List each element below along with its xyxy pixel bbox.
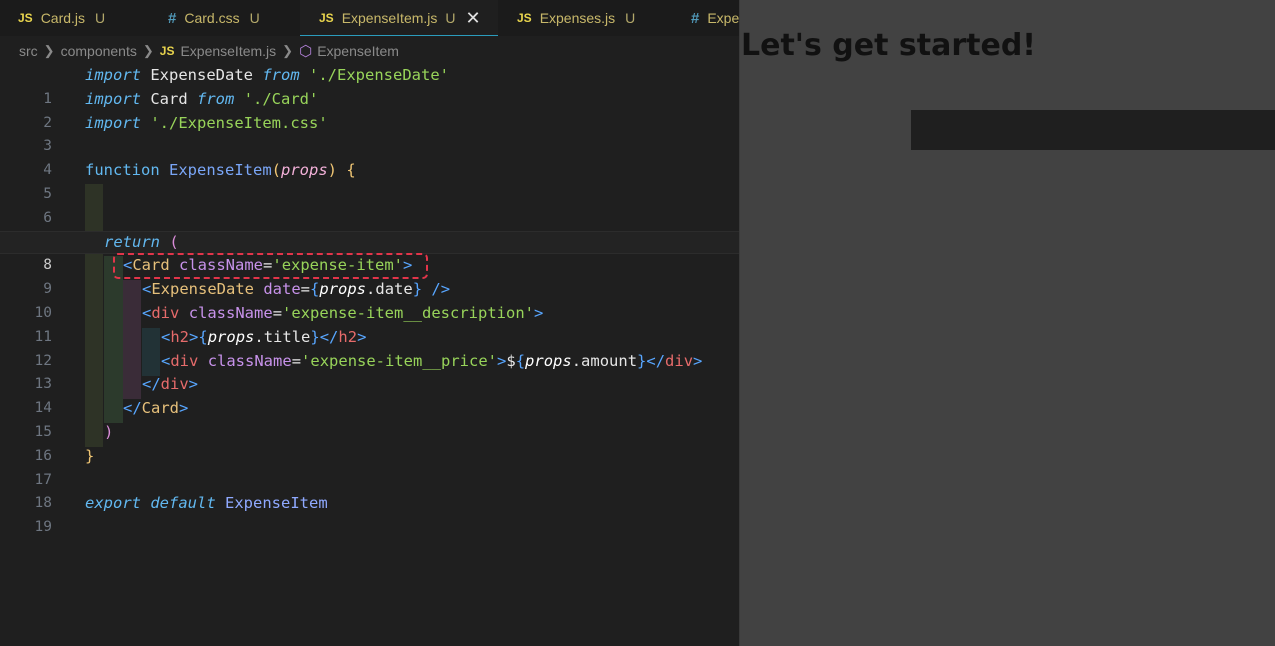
page-title: Let's get started! bbox=[741, 28, 1036, 63]
breadcrumb-src[interactable]: src bbox=[19, 43, 38, 59]
code-line-13: 13 <div className='expense-item__price'>… bbox=[0, 350, 739, 393]
code-line-7: 7 bbox=[0, 207, 739, 250]
symbol-cube-icon: ⬡ bbox=[299, 43, 313, 60]
code-line-6: 6 bbox=[0, 183, 739, 226]
code-line-10: 10 <ExpenseDate date={props.date} /> bbox=[0, 278, 739, 321]
tab-expenses-js[interactable]: JS Expenses.js U bbox=[517, 0, 635, 36]
code-line-14: 14 </div> bbox=[0, 373, 739, 416]
code-line-2: 2 import Card from './Card' bbox=[0, 88, 739, 131]
dark-card-strip bbox=[911, 110, 1275, 150]
javascript-file-icon: JS bbox=[159, 44, 175, 58]
code-line-17: 17 } bbox=[0, 445, 739, 488]
code-line-8-current: 8 return ( bbox=[0, 230, 739, 273]
breadcrumb: src ❯ components ❯ JS ExpenseItem.js ❯ ⬡… bbox=[19, 40, 399, 62]
code-line-15: 15 </Card> bbox=[0, 397, 739, 440]
line-number: 19 bbox=[34, 519, 52, 536]
javascript-file-icon: JS bbox=[517, 11, 532, 25]
tab-label: Expe bbox=[707, 10, 739, 26]
browser-preview: Let's get started! bbox=[739, 0, 1275, 646]
tab-label: ExpenseItem.js bbox=[341, 9, 438, 26]
tab-card-js[interactable]: JS Card.js U bbox=[18, 0, 105, 36]
code-line-11: 11 <div className='expense-item__descrip… bbox=[0, 302, 739, 345]
code-line-16: 16 ) bbox=[0, 421, 739, 464]
code-line-4: 4 bbox=[0, 135, 739, 178]
tab-card-css[interactable]: # Card.css U bbox=[168, 0, 260, 36]
chevron-right-icon: ❯ bbox=[282, 43, 294, 58]
css-file-icon: # bbox=[168, 9, 177, 27]
javascript-file-icon: JS bbox=[319, 10, 334, 25]
code-area[interactable]: 1 import ExpenseDate from './ExpenseDate… bbox=[0, 64, 739, 535]
breadcrumb-symbol[interactable]: ExpenseItem bbox=[317, 43, 399, 59]
tab-expenses-css[interactable]: # Expe bbox=[691, 0, 739, 36]
code-line-12: 12 <h2>{props.title}</h2> bbox=[0, 326, 739, 369]
untracked-badge: U bbox=[249, 10, 260, 26]
untracked-badge: U bbox=[445, 9, 456, 26]
code-line-1: 1 import ExpenseDate from './ExpenseDate… bbox=[0, 64, 739, 107]
breadcrumb-components[interactable]: components bbox=[61, 43, 137, 59]
tab-label: Card.css bbox=[184, 10, 240, 26]
chevron-right-icon: ❯ bbox=[142, 43, 154, 58]
code-line-19: 19 export default ExpenseItem bbox=[0, 492, 739, 535]
close-icon[interactable]: ✕ bbox=[466, 9, 481, 27]
css-file-icon: # bbox=[691, 9, 700, 27]
javascript-file-icon: JS bbox=[18, 11, 33, 25]
untracked-badge: U bbox=[625, 10, 636, 26]
code-line-5: 5 function ExpenseItem(props) { bbox=[0, 159, 739, 202]
code-line-3: 3 import './ExpenseItem.css' bbox=[0, 112, 739, 155]
tab-label: Expenses.js bbox=[539, 10, 616, 26]
breadcrumb-file[interactable]: ExpenseItem.js bbox=[180, 43, 276, 59]
code-line-18: 18 bbox=[0, 469, 739, 511]
tab-expenseitem-js[interactable]: JS ExpenseItem.js U ✕ bbox=[300, 0, 498, 36]
tab-label: Card.js bbox=[40, 10, 86, 26]
code-editor: JS Card.js U # Card.css U JS ExpenseItem… bbox=[0, 0, 739, 646]
annotation-highlight-box bbox=[113, 253, 428, 279]
editor-tab-bar: JS Card.js U # Card.css U JS ExpenseItem… bbox=[0, 0, 739, 36]
chevron-right-icon: ❯ bbox=[43, 43, 55, 58]
untracked-badge: U bbox=[95, 10, 106, 26]
